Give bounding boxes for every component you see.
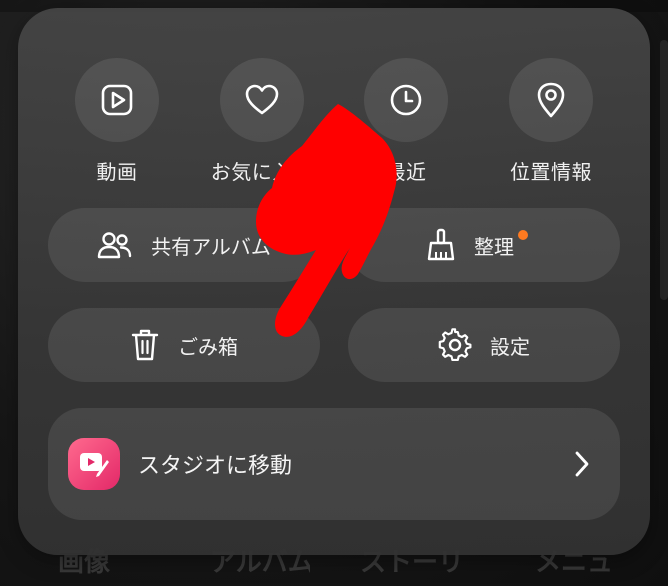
quick-action-recent[interactable]: 最近 bbox=[351, 58, 461, 185]
go-to-studio-button[interactable]: スタジオに移動 bbox=[48, 408, 620, 520]
settings-button[interactable]: 設定 bbox=[348, 308, 620, 382]
people-icon bbox=[97, 232, 132, 259]
quick-action-favorites-label: お気に入り bbox=[210, 160, 314, 184]
chevron-right-icon bbox=[575, 451, 589, 477]
location-pin-icon bbox=[537, 82, 565, 118]
gear-icon bbox=[438, 328, 472, 362]
quick-action-favorites[interactable]: お気に入り bbox=[207, 58, 317, 185]
quick-action-recent-label: 最近 bbox=[385, 160, 427, 184]
quick-action-location[interactable]: 位置情報 bbox=[496, 58, 606, 185]
quick-action-recent-circle bbox=[364, 58, 448, 142]
quick-action-favorites-circle bbox=[220, 58, 304, 142]
clock-icon bbox=[390, 84, 422, 116]
studio-app-glyph bbox=[80, 453, 109, 477]
shared-album-label: 共有アルバム bbox=[151, 234, 271, 259]
settings-label: 設定 bbox=[490, 334, 530, 359]
go-to-studio-label: スタジオに移動 bbox=[138, 454, 293, 479]
trash-icon bbox=[131, 329, 159, 361]
cleanup-label: 整理 bbox=[474, 234, 514, 259]
quick-action-videos-label: 動画 bbox=[96, 160, 138, 184]
background-right-edge bbox=[660, 40, 668, 300]
trash-button[interactable]: ごみ箱 bbox=[48, 308, 320, 382]
broom-icon bbox=[427, 228, 455, 261]
quick-action-videos[interactable]: 動画 bbox=[62, 58, 172, 185]
studio-app-icon bbox=[68, 438, 120, 490]
gallery-menu-screen: 画像 アルバム ストーリー メニュー 動画 お気に入り 最近 bbox=[0, 0, 668, 586]
quick-action-location-circle bbox=[509, 58, 593, 142]
shared-album-button[interactable]: 共有アルバム bbox=[48, 208, 320, 282]
cleanup-badge-dot bbox=[518, 230, 528, 240]
trash-label: ごみ箱 bbox=[178, 334, 238, 359]
quick-action-videos-circle bbox=[75, 58, 159, 142]
quick-action-location-label: 位置情報 bbox=[510, 160, 592, 184]
cleanup-button[interactable]: 整理 bbox=[348, 208, 620, 282]
play-square-icon bbox=[101, 84, 133, 116]
heart-icon bbox=[245, 84, 279, 115]
